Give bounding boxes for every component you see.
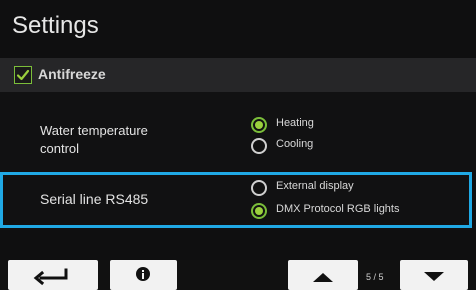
dmx-protocol-radio[interactable] bbox=[251, 203, 267, 219]
dmx-protocol-option-label: DMX Protocol RGB lights bbox=[276, 203, 400, 215]
serial-line-section: Serial line RS485 External display DMX P… bbox=[0, 172, 476, 230]
antifreeze-label: Antifreeze bbox=[38, 66, 106, 82]
page-indicator: 5 / 5 bbox=[366, 272, 384, 282]
heating-radio[interactable] bbox=[251, 117, 267, 133]
water-temperature-control-label-line-2: control bbox=[40, 141, 80, 156]
up-arrow-icon bbox=[313, 273, 333, 282]
settings-screen: Settings Antifreeze Water temperature co… bbox=[0, 0, 476, 290]
page-up-button[interactable] bbox=[288, 260, 358, 290]
antifreeze-checkbox[interactable] bbox=[14, 66, 32, 84]
heating-option-label: Heating bbox=[276, 117, 314, 129]
page-title: Settings bbox=[12, 12, 99, 39]
water-temperature-control-label: Water temperature control bbox=[40, 122, 220, 158]
antifreeze-row[interactable]: Antifreeze bbox=[0, 58, 476, 92]
info-button[interactable] bbox=[110, 260, 177, 290]
water-temperature-control-section: Water temperature control Heating Coolin… bbox=[0, 92, 476, 172]
check-icon bbox=[16, 69, 30, 81]
back-arrow-icon bbox=[33, 268, 68, 286]
cooling-option-label: Cooling bbox=[276, 138, 314, 150]
page-down-button[interactable] bbox=[400, 260, 468, 290]
external-display-radio[interactable] bbox=[251, 180, 267, 196]
info-icon bbox=[136, 267, 150, 281]
serial-line-label: Serial line RS485 bbox=[40, 191, 149, 207]
water-temperature-control-label-line-1: Water temperature bbox=[40, 123, 148, 138]
down-arrow-icon bbox=[424, 272, 444, 281]
footer-toolbar: 5 / 5 bbox=[0, 260, 476, 290]
external-display-option-label: External display bbox=[276, 180, 354, 192]
back-button[interactable] bbox=[8, 260, 98, 290]
cooling-radio[interactable] bbox=[251, 138, 267, 154]
